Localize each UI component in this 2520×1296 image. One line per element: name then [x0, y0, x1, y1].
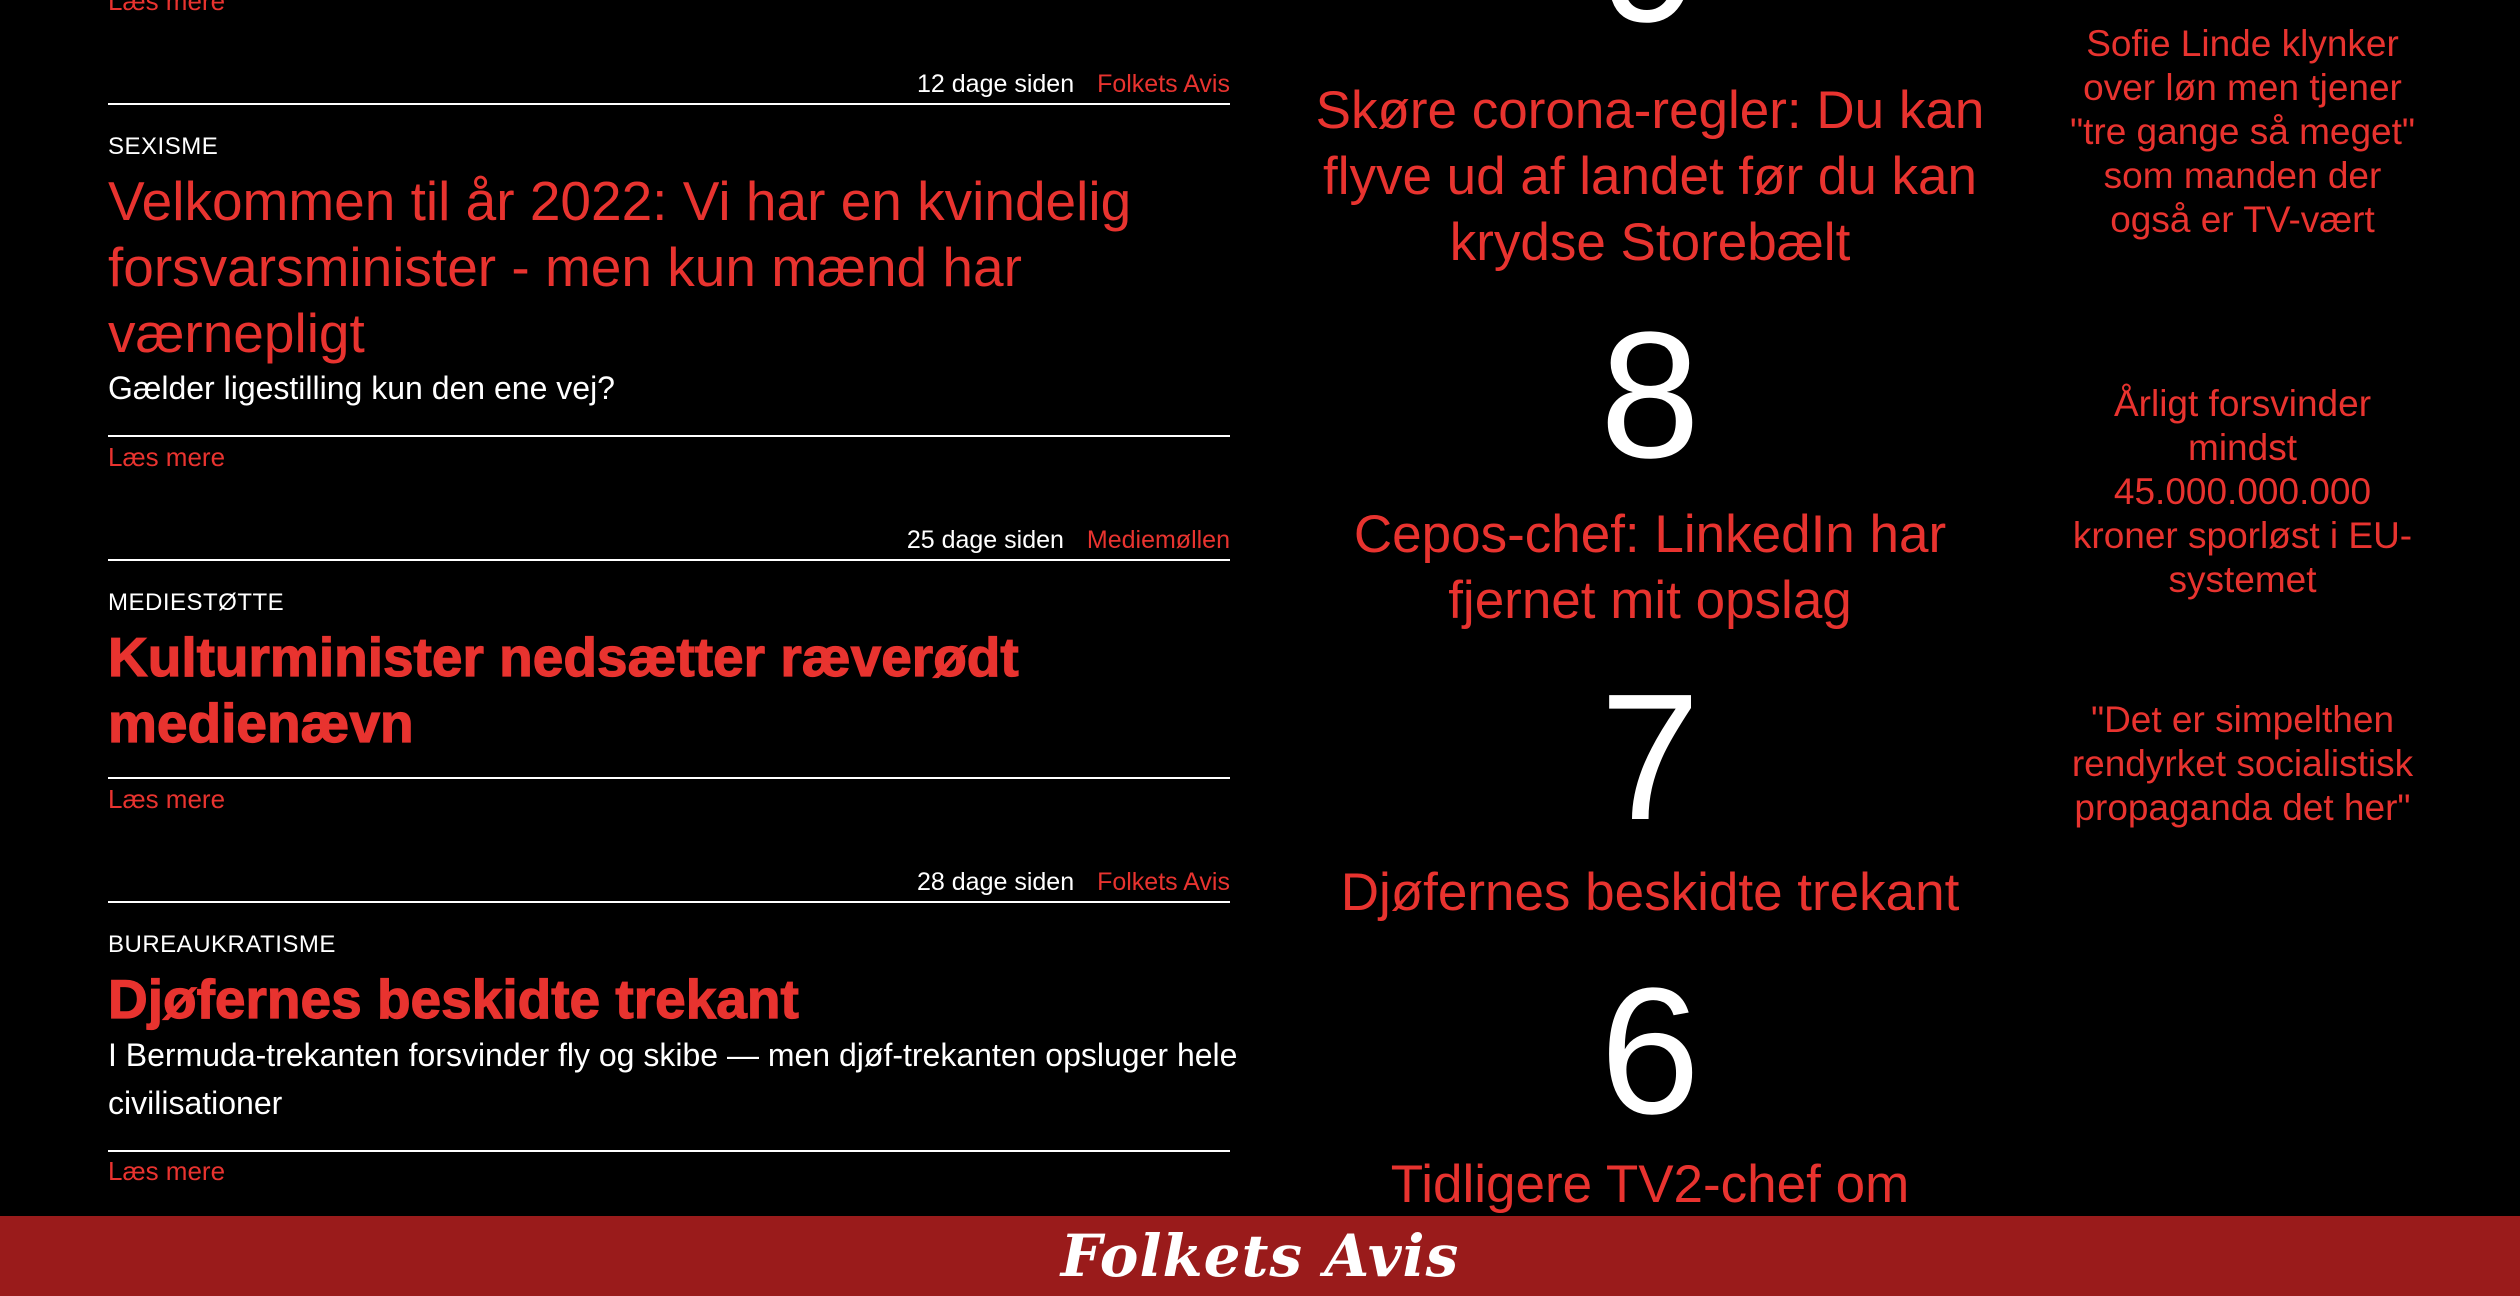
divider	[108, 435, 1230, 437]
article-source-link[interactable]: Folkets Avis	[1097, 70, 1230, 98]
divider	[108, 777, 1230, 779]
article-category: SEXISME	[108, 133, 219, 160]
read-more-link[interactable]: Læs mere	[108, 1156, 225, 1187]
sidebar-article-link[interactable]: Sofie Linde klynker over løn men tjener …	[2060, 22, 2425, 242]
article-category: BUREAUKRATISME	[108, 931, 336, 958]
footer-bar: Folkets Avis	[0, 1216, 2520, 1296]
rank-number: 9	[1290, 0, 2010, 50]
article-title-link[interactable]: Djøfernes beskidte trekant	[107, 966, 1258, 1032]
rank-number: 7	[1599, 657, 1701, 858]
article-meta: 25 dage siden Mediemøllen	[108, 526, 1230, 555]
article-subtitle: Gælder ligestilling kun den ene vej?	[108, 370, 615, 406]
rank-number: 6	[1599, 951, 1701, 1152]
divider	[108, 103, 1230, 105]
ranked-article-link[interactable]: Cepos-chef: LinkedIn har fjernet mit ops…	[1290, 502, 2010, 634]
article-subtitle: I Bermuda-trekanten forsvinder fly og sk…	[108, 1037, 1238, 1121]
article-date: 25 dage siden	[906, 526, 1064, 554]
article-date: 28 dage siden	[917, 868, 1075, 896]
article-title-link[interactable]: Kulturminister nedsætter ræverødt medien…	[107, 624, 1258, 756]
divider	[108, 1150, 1230, 1152]
sidebar-article-link[interactable]: "Det er simpelthen rendyrket socialistis…	[2060, 698, 2425, 830]
article-date: 12 dage siden	[917, 70, 1075, 98]
read-more-link[interactable]: Læs mere	[108, 0, 225, 17]
divider	[108, 559, 1230, 561]
ranked-article-link[interactable]: Djøfernes beskidte trekant	[1290, 860, 2010, 926]
article-meta: 28 dage siden Folkets Avis	[108, 868, 1230, 897]
article-meta: 12 dage siden Folkets Avis	[108, 70, 1230, 99]
read-more-link[interactable]: Læs mere	[108, 442, 225, 473]
sidebar-article-link[interactable]: Årligt forsvinder mindst 45.000.000.000 …	[2060, 382, 2425, 602]
rank-number: 8	[1599, 295, 1701, 496]
ranked-article-link[interactable]: Skøre corona-regler: Du kan flyve ud af …	[1290, 78, 2010, 276]
read-more-link[interactable]: Læs mere	[108, 784, 225, 815]
article-title-link[interactable]: Velkommen til år 2022: Vi har en kvindel…	[108, 168, 1258, 366]
article-category: MEDIESTØTTE	[108, 589, 285, 616]
brand-logo-link[interactable]: Folkets Avis	[1061, 1222, 1460, 1290]
article-source-link[interactable]: Mediemøllen	[1087, 526, 1230, 554]
ranked-article-link[interactable]: Tidligere TV2-chef om	[1290, 1152, 2010, 1218]
divider	[108, 901, 1230, 903]
article-source-link[interactable]: Folkets Avis	[1097, 868, 1230, 896]
